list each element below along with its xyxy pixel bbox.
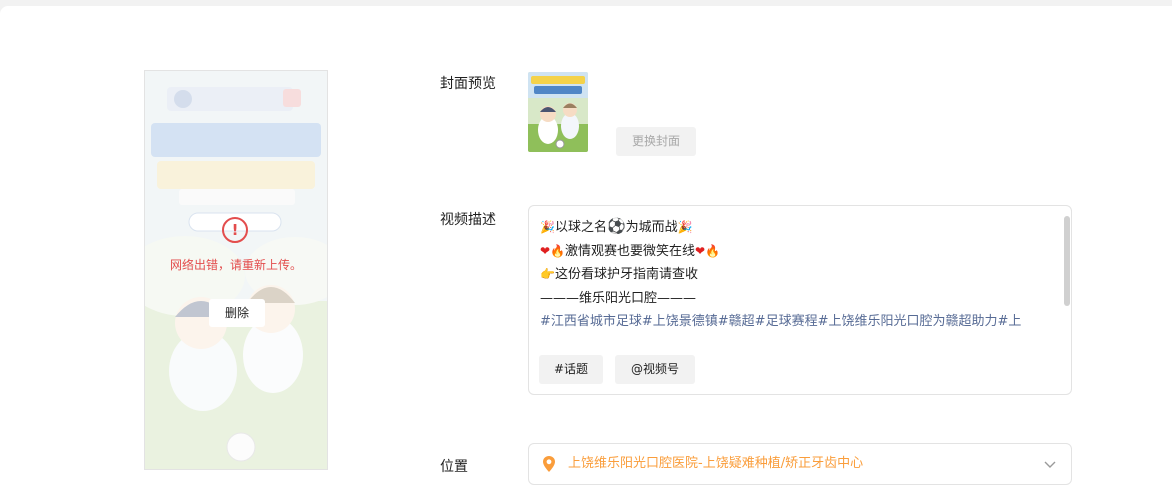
pointing-hand-icon: 👉 bbox=[540, 267, 555, 281]
description-text[interactable]: 🎉以球之名⚽为城而战🎉 ❤🔥激情观赛也要微笑在线❤🔥 👉这份看球护牙指南请查收 … bbox=[540, 215, 1055, 334]
upload-error-message: 网络出错，请重新上传。 bbox=[169, 258, 302, 272]
mention-channel-button[interactable]: @视频号 bbox=[615, 355, 695, 384]
chevron-down-icon[interactable] bbox=[1043, 457, 1057, 471]
description-line-1: 🎉以球之名⚽为城而战🎉 bbox=[540, 217, 693, 235]
location-select[interactable]: 上饶维乐阳光口腔医院-上饶疑难种植/矫正牙齿中心 bbox=[528, 443, 1072, 485]
video-description-editor[interactable]: 🎉以球之名⚽为城而战🎉 ❤🔥激情观赛也要微笑在线❤🔥 👉这份看球护牙指南请查收 … bbox=[528, 205, 1072, 395]
delete-button[interactable]: 删除 bbox=[209, 299, 265, 327]
party-popper-icon: 🎉 bbox=[677, 220, 693, 234]
add-topic-button[interactable]: #话题 bbox=[539, 355, 603, 384]
video-preview: ! 网络出错，请重新上传。 删除 bbox=[144, 70, 328, 470]
fire-icon: 🔥 bbox=[705, 243, 721, 258]
description-hashtags[interactable]: #江西省城市足球#上饶景德镇#赣超#足球赛程#上饶维乐阳光口腔为赣超助力#上 bbox=[540, 310, 1055, 334]
soccer-ball-icon: ⚽ bbox=[606, 217, 626, 235]
location-label: 位置 bbox=[440, 459, 468, 475]
party-popper-icon: 🎉 bbox=[540, 220, 555, 234]
cover-preview-label: 封面预览 bbox=[440, 76, 496, 92]
post-editor-panel: ! 网络出错，请重新上传。 删除 封面预览 更换封面 视频描述 🎉以球之名⚽为城… bbox=[0, 6, 1172, 504]
description-line-2: ❤🔥激情观赛也要微笑在线❤🔥 bbox=[540, 243, 721, 259]
cover-thumbnail[interactable] bbox=[528, 72, 588, 152]
description-line-3: 👉这份看球护牙指南请查收 bbox=[540, 267, 698, 282]
cover-thumbnail-image bbox=[528, 72, 588, 152]
description-scrollbar[interactable] bbox=[1064, 216, 1070, 306]
video-description-label: 视频描述 bbox=[440, 212, 496, 228]
fire-icon: 🔥 bbox=[550, 243, 566, 258]
description-line-4: ———维乐阳光口腔——— bbox=[540, 290, 697, 306]
location-value: 上饶维乐阳光口腔医院-上饶疑难种植/矫正牙齿中心 bbox=[568, 456, 864, 471]
change-cover-button[interactable]: 更换封面 bbox=[616, 127, 696, 156]
location-pin-icon bbox=[543, 456, 555, 472]
heart-icon: ❤ bbox=[540, 243, 551, 258]
error-icon: ! bbox=[222, 217, 248, 243]
heart-icon: ❤ bbox=[695, 243, 706, 258]
